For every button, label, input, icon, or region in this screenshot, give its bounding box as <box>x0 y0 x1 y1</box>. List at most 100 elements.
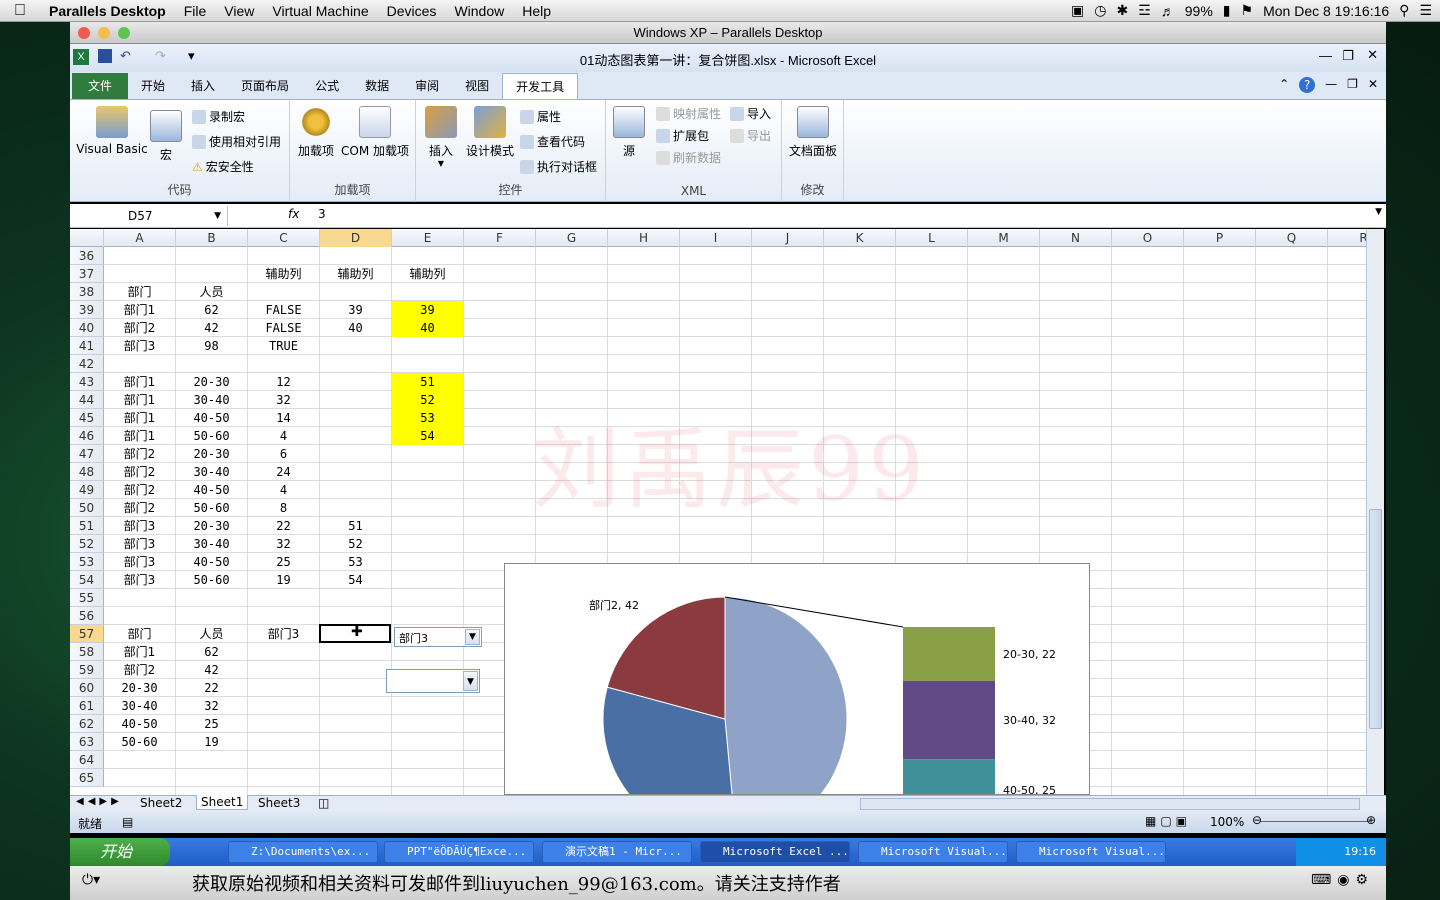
row-header-49[interactable]: 49 <box>70 481 104 499</box>
row-header-41[interactable]: 41 <box>70 337 104 355</box>
minimize-icon[interactable] <box>98 27 110 39</box>
cell-b63[interactable]: 19 <box>176 733 247 751</box>
close-workbook-icon[interactable]: ✕ <box>1368 77 1378 93</box>
cell-b62[interactable]: 25 <box>176 715 247 733</box>
cell-c50[interactable]: 8 <box>248 499 319 517</box>
task-excel[interactable]: Microsoft Excel ... <box>700 841 850 863</box>
select-all-corner[interactable] <box>70 229 104 247</box>
zoom-slider[interactable] <box>1260 821 1370 822</box>
cell-d39[interactable]: 39 <box>320 301 391 319</box>
sheet-nav-icon[interactable]: ◀◀▶▶ <box>76 796 123 807</box>
cell-c53[interactable]: 25 <box>248 553 319 571</box>
tab-insert[interactable]: 插入 <box>178 73 228 99</box>
cell-a43[interactable]: 部门1 <box>104 373 175 391</box>
macros-button[interactable]: 宏 <box>150 110 182 163</box>
import-button[interactable]: 导入 <box>730 105 771 122</box>
cell-b52[interactable]: 30-40 <box>176 535 247 553</box>
vertical-scrollbar[interactable] <box>1366 229 1384 795</box>
column-header-q[interactable]: Q <box>1256 229 1328 247</box>
close-icon[interactable] <box>78 27 90 39</box>
cell-c51[interactable]: 22 <box>248 517 319 535</box>
tab-data[interactable]: 数据 <box>352 73 402 99</box>
cell-d53[interactable]: 53 <box>320 553 391 571</box>
cell-d37[interactable]: 辅助列 <box>320 265 391 283</box>
cell-b43[interactable]: 20-30 <box>176 373 247 391</box>
column-header-r[interactable]: R <box>1328 229 1366 247</box>
camera-icon[interactable]: ▣ <box>1071 2 1084 19</box>
properties-button[interactable]: 属性 <box>520 108 561 125</box>
cell-b45[interactable]: 40-50 <box>176 409 247 427</box>
column-header-b[interactable]: B <box>176 229 248 247</box>
row-header-55[interactable]: 55 <box>70 589 104 607</box>
insert-control-button[interactable]: 插入 ▼ <box>422 106 460 168</box>
expand-formula-icon[interactable]: ▼ <box>1375 207 1382 217</box>
expansion-packs-button[interactable]: 扩展包 <box>656 127 709 144</box>
menu-virtual-machine[interactable]: Virtual Machine <box>263 3 377 19</box>
sheet-tab-sheet3[interactable]: Sheet3 <box>258 796 300 810</box>
row-header-62[interactable]: 62 <box>70 715 104 733</box>
column-header-l[interactable]: L <box>896 229 968 247</box>
cell-c49[interactable]: 4 <box>248 481 319 499</box>
view-code-button[interactable]: 查看代码 <box>520 133 585 150</box>
empty-combo-box[interactable]: ▼ <box>386 669 480 693</box>
tab-developer[interactable]: 开发工具 <box>502 73 579 99</box>
name-box[interactable]: D57 ▼ <box>70 206 228 226</box>
bluetooth-icon[interactable]: ✱ <box>1116 2 1128 19</box>
cell-d54[interactable]: 54 <box>320 571 391 589</box>
cell-a63[interactable]: 50-60 <box>104 733 175 751</box>
cell-a40[interactable]: 部门2 <box>104 319 175 337</box>
cell-b59[interactable]: 42 <box>176 661 247 679</box>
visual-basic-button[interactable]: Visual Basic <box>76 106 148 156</box>
cell-a54[interactable]: 部门3 <box>104 571 175 589</box>
insert-sheet-icon[interactable]: ◫ <box>318 796 329 810</box>
minimize-window-icon[interactable]: — <box>1319 48 1332 63</box>
cell-c46[interactable]: 4 <box>248 427 319 445</box>
zoom-level[interactable]: 100% <box>1210 815 1244 829</box>
cell-c57[interactable]: 部门3 <box>248 625 319 643</box>
row-header-64[interactable]: 64 <box>70 751 104 769</box>
column-header-f[interactable]: F <box>464 229 536 247</box>
pie-slice-2[interactable] <box>724 596 848 795</box>
cell-e46[interactable]: 54 <box>392 427 463 445</box>
cell-b47[interactable]: 20-30 <box>176 445 247 463</box>
cell-a39[interactable]: 部门1 <box>104 301 175 319</box>
row-header-53[interactable]: 53 <box>70 553 104 571</box>
cell-b46[interactable]: 50-60 <box>176 427 247 445</box>
column-header-p[interactable]: P <box>1184 229 1256 247</box>
volume-icon[interactable]: ♬ <box>1161 3 1175 19</box>
row-header-42[interactable]: 42 <box>70 355 104 373</box>
cell-c40[interactable]: FALSE <box>248 319 319 337</box>
flag-icon[interactable]: ⚑ <box>1241 2 1254 19</box>
cell-a45[interactable]: 部门1 <box>104 409 175 427</box>
bar-segment-1[interactable] <box>903 680 995 760</box>
cell-b44[interactable]: 30-40 <box>176 391 247 409</box>
cell-a47[interactable]: 部门2 <box>104 445 175 463</box>
cell-a50[interactable]: 部门2 <box>104 499 175 517</box>
task-word[interactable]: PPT"ëÖÐÃÚÇ¶Exce... <box>384 841 534 863</box>
bar-label-0[interactable]: 20-30, 22 <box>1003 648 1056 661</box>
row-header-43[interactable]: 43 <box>70 373 104 391</box>
task-vba-2[interactable]: Microsoft Visual... <box>1016 841 1166 863</box>
menu-help[interactable]: Help <box>513 3 560 19</box>
row-header-59[interactable]: 59 <box>70 661 104 679</box>
start-button[interactable]: 开始 <box>70 838 170 866</box>
bar-label-1[interactable]: 30-40, 32 <box>1003 714 1056 727</box>
row-header-38[interactable]: 38 <box>70 283 104 301</box>
cell-a51[interactable]: 部门3 <box>104 517 175 535</box>
cell-a48[interactable]: 部门2 <box>104 463 175 481</box>
task-vba-1[interactable]: Microsoft Visual... <box>858 841 1008 863</box>
cell-a44[interactable]: 部门1 <box>104 391 175 409</box>
row-header-58[interactable]: 58 <box>70 643 104 661</box>
zoom-in-icon[interactable]: ⊕ <box>1366 813 1376 827</box>
row-header-45[interactable]: 45 <box>70 409 104 427</box>
cell-a49[interactable]: 部门2 <box>104 481 175 499</box>
cell-e37[interactable]: 辅助列 <box>392 265 463 283</box>
cell-c44[interactable]: 32 <box>248 391 319 409</box>
close-window-icon[interactable]: ✕ <box>1367 47 1378 63</box>
clock[interactable]: Mon Dec 8 19:16:16 <box>1263 3 1389 19</box>
column-header-m[interactable]: M <box>968 229 1040 247</box>
cell-a53[interactable]: 部门3 <box>104 553 175 571</box>
macro-security-button[interactable]: ⚠ 宏安全性 <box>192 158 254 175</box>
cell-e40[interactable]: 40 <box>392 319 463 337</box>
cell-c45[interactable]: 14 <box>248 409 319 427</box>
